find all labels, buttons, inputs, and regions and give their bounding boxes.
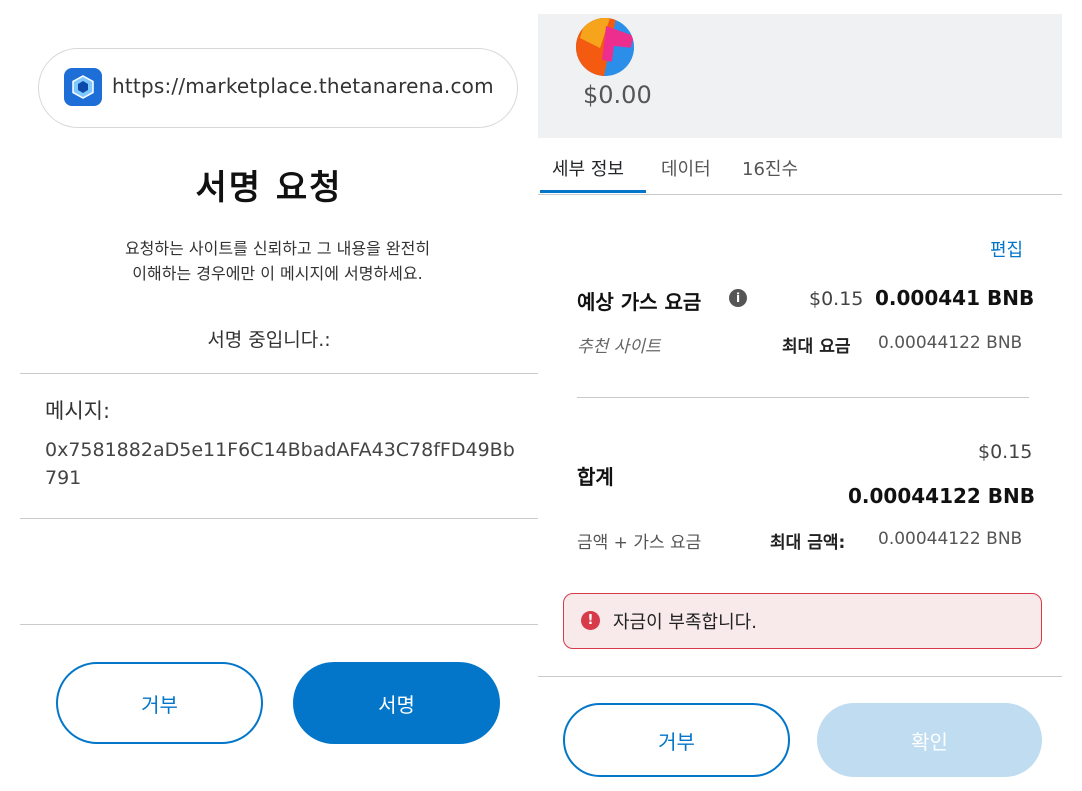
signature-request-panel: https://marketplace.thetanarena.com 서명 요… [0, 0, 540, 791]
message-value: 0x7581882aD5e11F6C14BbadAFA43C78fFD49Bb7… [45, 439, 515, 489]
total-label: 합계 [577, 465, 614, 489]
max-fee-label: 최대 요금 [782, 337, 851, 357]
reject-button[interactable]: 거부 [56, 662, 263, 744]
tab-hex[interactable]: 16진수 [742, 155, 798, 181]
tab-details[interactable]: 세부 정보 [552, 155, 624, 181]
total-bnb: 0.00044122 BNB [848, 484, 1036, 508]
account-balance: $0.00 [583, 81, 652, 109]
error-icon: ! [581, 611, 600, 630]
gas-fee-usd: $0.15 [809, 288, 864, 310]
divider [20, 373, 540, 374]
divider [20, 624, 540, 625]
gas-fee-bnb: 0.000441 BNB [875, 286, 1035, 310]
message-label: 메시지: [45, 399, 111, 423]
warning-line-2: 이해하는 경우에만 이 메시지에 서명하세요. [132, 264, 423, 283]
estimated-gas-label: 예상 가스 요금 [577, 290, 702, 314]
warning-description: 요청하는 사이트를 신뢰하고 그 내용을 완전히 이해하는 경우에만 이 메시지… [40, 236, 515, 286]
amount-plus-gas-label: 금액 + 가스 요금 [577, 533, 702, 553]
edit-gas-link[interactable]: 편집 [990, 236, 1023, 262]
reject-button[interactable]: 거부 [563, 703, 790, 777]
warning-line-1: 요청하는 사이트를 신뢰하고 그 내용을 완전히 [124, 239, 431, 258]
total-usd: $0.15 [978, 441, 1033, 463]
info-icon[interactable]: i [729, 289, 747, 307]
divider [20, 518, 540, 519]
sign-button[interactable]: 서명 [293, 662, 500, 744]
tab-data[interactable]: 데이터 [661, 155, 711, 181]
site-logo-icon [64, 68, 102, 106]
alert-message: 자금이 부족합니다. [613, 612, 757, 633]
max-amount-label: 최대 금액: [770, 533, 846, 553]
max-fee-value: 0.00044122 BNB [878, 333, 1023, 353]
active-tab-indicator [540, 190, 646, 193]
account-avatar[interactable] [576, 18, 634, 76]
divider [538, 676, 1062, 677]
confirm-button[interactable]: 확인 [817, 703, 1042, 777]
signing-label: 서명 중입니다.: [207, 329, 331, 351]
page-title: 서명 요청 [195, 168, 343, 208]
max-amount-value: 0.00044122 BNB [878, 529, 1023, 549]
site-url: https://marketplace.thetanarena.com [112, 74, 494, 98]
suggested-by-site: 추천 사이트 [577, 337, 661, 357]
divider [577, 397, 1029, 398]
tabs-divider [538, 194, 1062, 195]
